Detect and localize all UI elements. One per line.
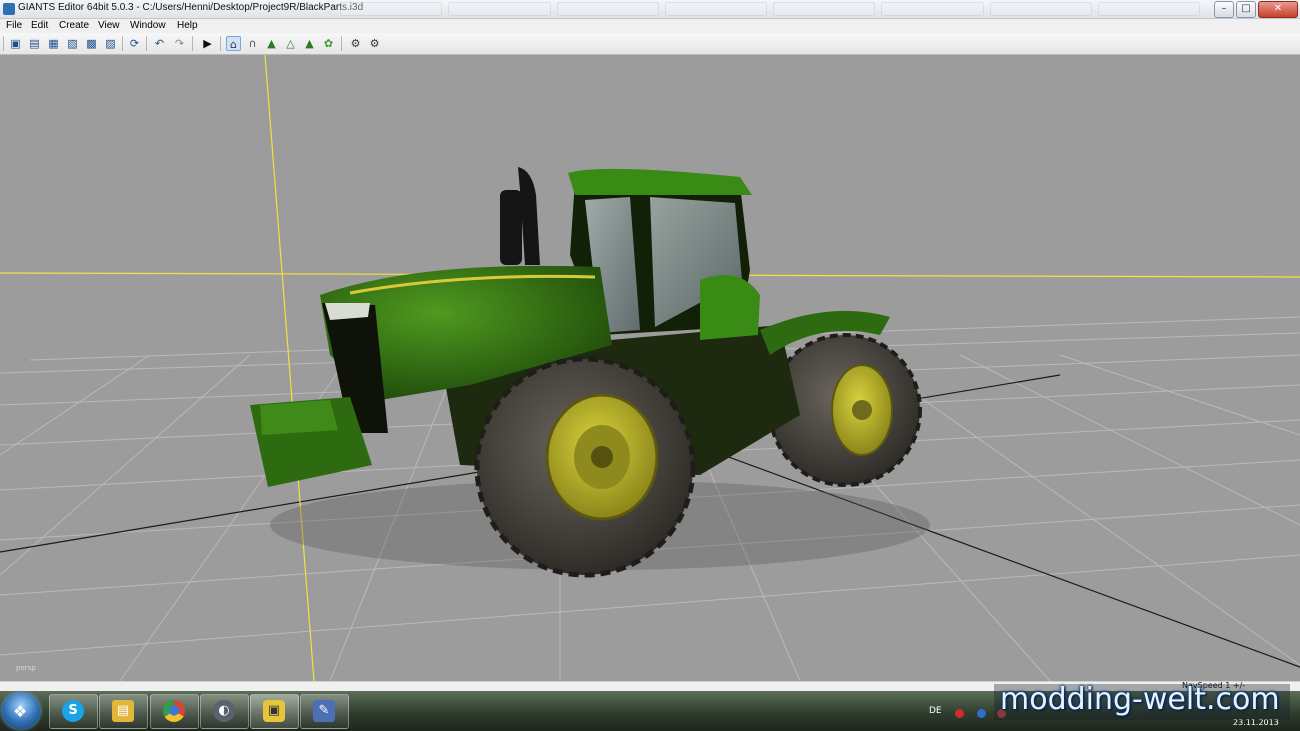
title-bar: GIANTS Editor 64bit 5.0.3 - C:/Users/Hen…	[0, 0, 1300, 19]
terrain-icon[interactable]: ▲	[264, 36, 279, 51]
watermark-text: modding-welt.com	[1000, 682, 1280, 717]
background-window-tabs	[340, 2, 1200, 16]
settings-icon[interactable]: ⚙	[348, 36, 363, 51]
export-icon[interactable]: ▧	[65, 36, 80, 51]
watermark: modding-welt.com	[994, 682, 1290, 720]
menu-help[interactable]: Help	[177, 20, 198, 31]
camera-label: persp	[16, 664, 36, 672]
minimize-button[interactable]: –	[1214, 1, 1234, 18]
toolbar-separator	[122, 36, 123, 51]
media-player-icon: ◐	[213, 700, 235, 722]
import-icon[interactable]: ▦	[46, 36, 61, 51]
save-icon[interactable]: ▩	[84, 36, 99, 51]
language-indicator[interactable]: DE	[929, 706, 942, 716]
undo-icon[interactable]: ↶	[152, 36, 167, 51]
menu-edit[interactable]: Edit	[31, 20, 48, 31]
menu-create[interactable]: Create	[59, 20, 89, 31]
toolbar: ▣ ▤ ▦ ▧ ▩ ▨ ⟳ ↶ ↷ ▶ ⌂ ∩ ▲ △ ▲ ✿ ⚙ ⚙	[0, 33, 1300, 55]
toolbar-separator	[220, 36, 221, 51]
taskbar-explorer[interactable]: ▤	[99, 694, 148, 729]
3d-viewport[interactable]: persp	[0, 55, 1300, 681]
tray-network-icon[interactable]	[977, 709, 986, 718]
taskbar-paint[interactable]: ✎	[300, 694, 349, 729]
toolbar-separator	[192, 36, 193, 51]
save-as-icon[interactable]: ▨	[103, 36, 118, 51]
taskbar-media-player[interactable]: ◐	[200, 694, 249, 729]
foliage-icon[interactable]: ▲	[302, 36, 317, 51]
menu-view[interactable]: View	[98, 20, 120, 31]
redo-icon[interactable]: ↷	[172, 36, 187, 51]
scene-render	[0, 55, 1300, 681]
refresh-icon[interactable]: ⟳	[127, 36, 142, 51]
select-mode-icon[interactable]: ⌂	[226, 36, 241, 51]
world-axis-vertical	[264, 55, 315, 681]
play-icon[interactable]: ▶	[200, 36, 215, 51]
toolbar-separator	[146, 36, 147, 51]
foliage-paint-icon[interactable]: ✿	[321, 36, 336, 51]
taskbar-giants-editor[interactable]: ▣	[250, 694, 299, 729]
close-button[interactable]: ✕	[1258, 1, 1298, 18]
new-icon[interactable]: ▣	[8, 36, 23, 51]
skype-icon: S	[62, 700, 84, 722]
maximize-button[interactable]: □	[1236, 1, 1256, 18]
taskbar-chrome[interactable]: ●	[150, 694, 199, 729]
tray-antivirus-icon[interactable]	[955, 709, 964, 718]
chrome-icon: ●	[163, 700, 185, 722]
paint-icon: ✎	[313, 700, 335, 722]
window-title: GIANTS Editor 64bit 5.0.3 - C:/Users/Hen…	[18, 2, 364, 13]
move-mode-icon[interactable]: ∩	[245, 36, 260, 51]
windows-start-icon[interactable]: ❖	[2, 693, 40, 729]
giants-app-icon	[3, 3, 15, 15]
toolbar-separator	[341, 36, 342, 51]
render-settings-icon[interactable]: ⚙	[367, 36, 382, 51]
front-wheel	[474, 356, 696, 578]
file-explorer-icon: ▤	[112, 700, 134, 722]
giants-editor-icon: ▣	[263, 700, 285, 722]
taskbar-skype[interactable]: S	[49, 694, 98, 729]
menu-window[interactable]: Window	[130, 20, 166, 31]
open-icon[interactable]: ▤	[27, 36, 42, 51]
tractor-model	[250, 167, 930, 578]
toolbar-separator	[3, 36, 4, 51]
menu-file[interactable]: File	[6, 20, 22, 31]
terrain-paint-icon[interactable]: △	[283, 36, 298, 51]
menu-bar: File Edit Create View Window Help	[0, 19, 1300, 33]
